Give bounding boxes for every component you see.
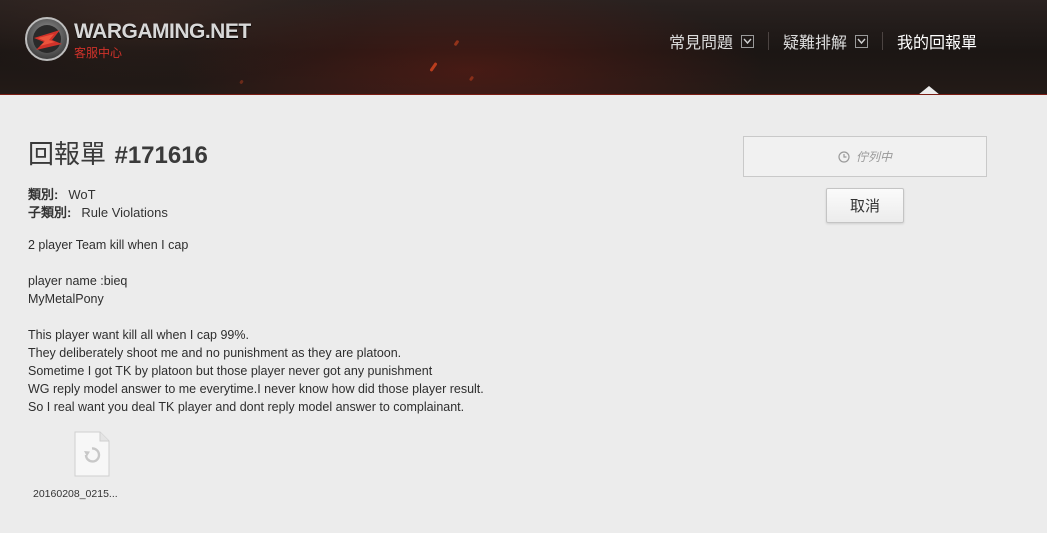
nav-divider xyxy=(881,32,883,50)
ticket-body-line: MyMetalPony xyxy=(28,292,104,306)
ticket-body-line: They deliberately shoot me and no punish… xyxy=(28,346,402,360)
ticket-status-text: 佇列中 xyxy=(855,150,892,164)
category-value: WoT xyxy=(68,187,96,202)
ticket-meta: 類別: WoT 子類別: Rule Violations xyxy=(28,186,168,222)
ember-decoration xyxy=(468,75,475,82)
logo-subtitle: 客服中心 xyxy=(74,46,123,60)
nav-item-faq[interactable]: 常見問題 xyxy=(669,29,754,53)
ticket-title-label: 回報單 xyxy=(28,139,107,169)
ticket-body-line: player name :bieq xyxy=(28,274,128,288)
ember-decoration xyxy=(453,39,460,47)
nav-item-label: 常見問題 xyxy=(668,35,733,52)
logo-text: WARGAMING.NET xyxy=(74,20,251,43)
file-refresh-icon xyxy=(74,431,110,477)
ticket-body-line: So I real want you deal TK player and do… xyxy=(28,400,465,414)
subcategory-label: 子類別: xyxy=(28,205,72,220)
ticket-number: #171616 xyxy=(114,142,208,169)
nav-item-troubleshooting[interactable]: 疑難排解 xyxy=(783,29,868,53)
main-nav: 常見問題 疑難排解 我的回報單 xyxy=(669,29,977,53)
attachment-file-name[interactable]: 20160208_0215... xyxy=(33,488,125,500)
ticket-status-box: 佇列中 xyxy=(743,136,987,177)
cancel-ticket-button[interactable]: 取消 xyxy=(826,188,904,223)
ember-decoration xyxy=(239,79,244,85)
active-nav-pointer xyxy=(918,86,940,94)
ember-decoration xyxy=(429,62,438,72)
chevron-down-icon[interactable] xyxy=(854,34,868,48)
ticket-body-line: 2 player Team kill when I cap xyxy=(28,238,189,252)
chevron-down-icon[interactable] xyxy=(740,34,754,48)
nav-item-label: 疑難排解 xyxy=(782,35,847,52)
category-row: 類別: WoT xyxy=(28,186,168,204)
ticket-body-line: WG reply model answer to me everytime.I … xyxy=(28,382,484,396)
ticket-body: 2 player Team kill when I cap player nam… xyxy=(28,236,588,416)
ticket-body-line: Sometime I got TK by platoon but those p… xyxy=(28,364,433,378)
clock-icon xyxy=(838,150,850,163)
nav-item-my-tickets[interactable]: 我的回報單 xyxy=(897,29,977,53)
wargaming-logo[interactable]: WARGAMING.NET 客服中心 xyxy=(24,16,251,66)
nav-divider xyxy=(767,32,769,50)
page-title: 回報單 #171616 xyxy=(28,134,208,171)
wargaming-logo-icon xyxy=(25,17,69,61)
site-header: WARGAMING.NET 客服中心 常見問題 疑難排解 我的回報單 xyxy=(0,0,1047,95)
nav-item-label: 我的回報單 xyxy=(896,35,977,52)
subcategory-value: Rule Violations xyxy=(81,205,168,220)
subcategory-row: 子類別: Rule Violations xyxy=(28,204,168,222)
ticket-body-line: This player want kill all when I cap 99%… xyxy=(28,328,249,342)
attachment[interactable]: 20160208_0215... xyxy=(33,431,125,500)
category-label: 類別: xyxy=(28,187,59,202)
